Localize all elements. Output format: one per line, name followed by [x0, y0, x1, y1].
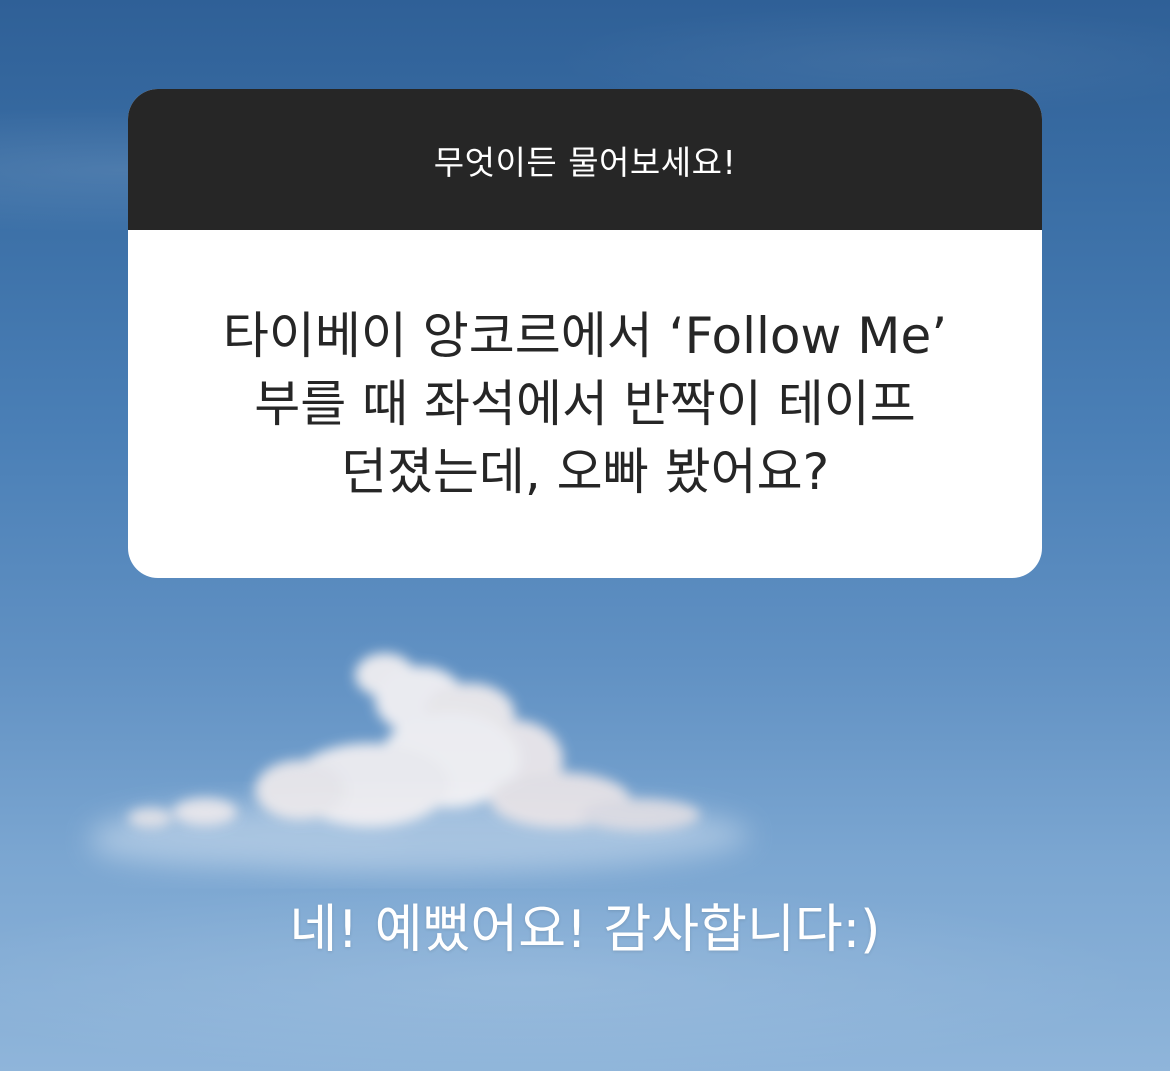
question-sticker[interactable]: 무엇이든 물어보세요! 타이베이 앙코르에서 ‘Follow Me’ 부를 때 …	[128, 89, 1042, 578]
answer-text: 네! 예뻤어요! 감사합니다:)	[289, 900, 881, 960]
question-prompt: 무엇이든 물어보세요!	[433, 142, 737, 182]
question-sticker-body: 타이베이 앙코르에서 ‘Follow Me’ 부를 때 좌석에서 반짝이 테이프…	[128, 230, 1042, 578]
question-sticker-header: 무엇이든 물어보세요!	[128, 89, 1042, 230]
question-text: 타이베이 앙코르에서 ‘Follow Me’ 부를 때 좌석에서 반짝이 테이프…	[222, 307, 948, 501]
